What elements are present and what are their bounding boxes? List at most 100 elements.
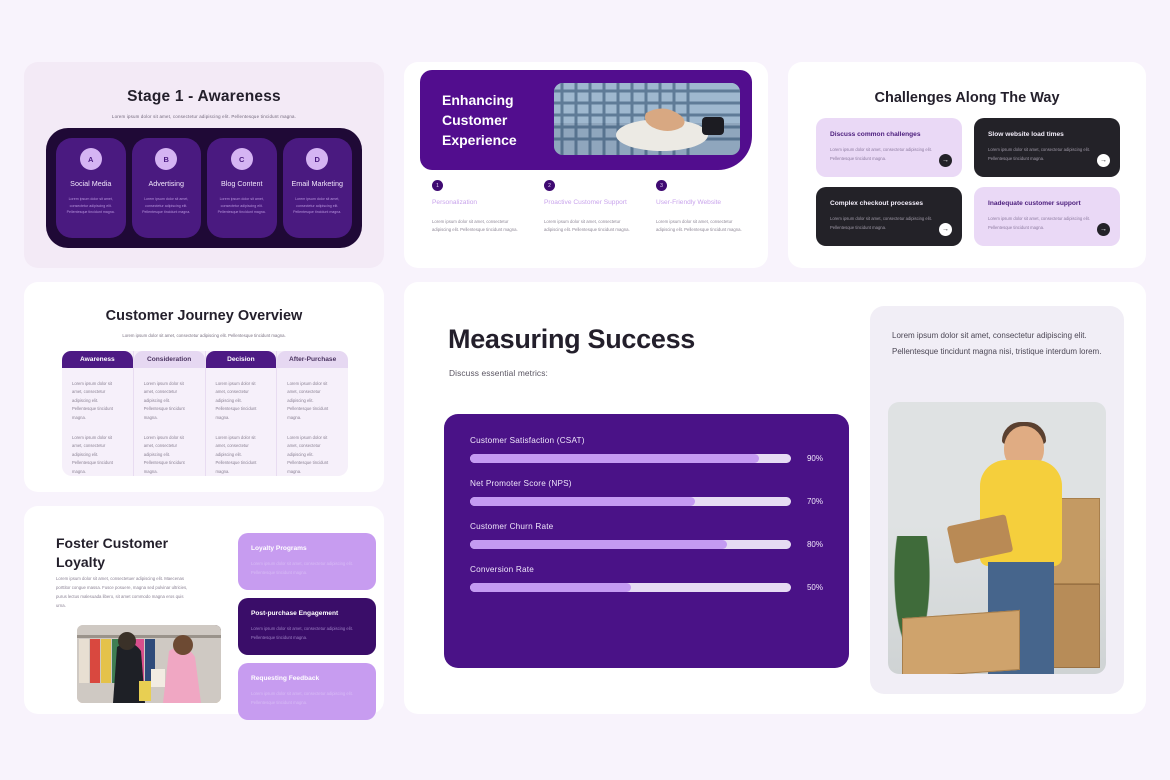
metric-label: Conversion Rate — [470, 565, 534, 574]
foster-title: Foster Customer Loyalty — [56, 535, 169, 570]
journey-cell: Lorem ipsum dolor sit amet, consectetur … — [72, 434, 113, 474]
stage1-tile[interactable]: A Social Media Lorem ipsum dolor sit ame… — [56, 138, 126, 238]
journey-column-header: Awareness — [62, 351, 133, 368]
card-enhancing-customer-experience[interactable]: Enhancing Customer Experience 1 Personal… — [404, 62, 768, 268]
metric-row[interactable]: Net Promoter Score (NPS) 70% — [470, 479, 823, 506]
arrow-right-icon[interactable]: → — [939, 223, 952, 237]
challenge-tile[interactable]: Inadequate customer support Lorem ipsum … — [974, 187, 1120, 247]
journey-column[interactable]: After-Purchase Lorem ipsum dolor sit ame… — [276, 351, 348, 476]
metric-row[interactable]: Customer Churn Rate 80% — [470, 522, 823, 549]
number-badge-icon: 2 — [544, 180, 555, 191]
stage1-tile[interactable]: B Advertising Lorem ipsum dolor sit amet… — [131, 138, 201, 238]
stage1-subtitle: Lorem ipsum dolor sit amet, consectetur … — [111, 114, 297, 119]
metric-value: 70% — [806, 497, 823, 506]
challenge-title: Discuss common challenges — [830, 131, 921, 138]
metric-row[interactable]: Conversion Rate 50% — [470, 565, 823, 592]
metric-progress-fill — [470, 583, 631, 592]
foster-item-list: Loyalty Programs Lorem ipsum dolor sit a… — [238, 533, 376, 728]
stage1-tile[interactable]: C Blog Content Lorem ipsum dolor sit ame… — [207, 138, 277, 238]
foster-item-body: Lorem ipsum dolor sit amet, consectetur … — [251, 561, 353, 575]
metric-value: 50% — [806, 583, 823, 592]
metric-value: 90% — [806, 454, 823, 463]
challenge-body: Lorem ipsum dolor sit amet, consectetur … — [830, 147, 932, 161]
challenge-body: Lorem ipsum dolor sit amet, consectetur … — [988, 147, 1090, 161]
metric-row[interactable]: Customer Satisfaction (CSAT) 90% — [470, 436, 823, 463]
enhance-hero-banner: Enhancing Customer Experience — [420, 70, 752, 170]
card-measuring-success[interactable]: Measuring Success Discuss essential metr… — [404, 282, 1146, 714]
enhance-column-heading: User-Friendly Website — [656, 199, 722, 206]
enhance-column-body: Lorem ipsum dolor sit amet, consectetur … — [656, 218, 742, 233]
stage1-badge-d: D — [306, 148, 329, 170]
challenge-body: Lorem ipsum dolor sit amet, consectetur … — [830, 216, 932, 230]
enhance-column[interactable]: 3 User-Friendly Website Lorem ipsum dolo… — [656, 180, 746, 235]
metric-progress-track — [470, 540, 791, 549]
stage1-badge-b: B — [155, 148, 178, 170]
enhance-column-heading: Personalization — [432, 199, 478, 206]
foster-item-body: Lorem ipsum dolor sit amet, consectetur … — [251, 626, 353, 640]
enhance-column[interactable]: 1 Personalization Lorem ipsum dolor sit … — [432, 180, 522, 235]
stage1-tile-name: Email Marketing — [291, 179, 344, 188]
metric-progress-track — [470, 454, 791, 463]
challenge-tile[interactable]: Discuss common challenges Lorem ipsum do… — [816, 118, 962, 178]
journey-subtitle: Lorem ipsum dolor sit amet, consectetur … — [122, 333, 286, 338]
foster-item[interactable]: Requesting Feedback Lorem ipsum dolor si… — [238, 663, 376, 721]
journey-column-header: Consideration — [133, 351, 205, 368]
enhance-column[interactable]: 2 Proactive Customer Support Lorem ipsum… — [544, 180, 634, 235]
journey-title: Customer Journey Overview — [105, 308, 303, 324]
metric-progress-track — [470, 497, 791, 506]
challenges-grid: Discuss common challenges Lorem ipsum do… — [816, 118, 1120, 247]
foster-item-title: Requesting Feedback — [251, 675, 320, 683]
foster-body: Lorem ipsum dolor sit amet, consectetuer… — [56, 576, 188, 609]
foster-item-body: Lorem ipsum dolor sit amet, consectetur … — [251, 691, 353, 705]
metric-label: Net Promoter Score (NPS) — [470, 479, 572, 488]
shopping-photo-illustration — [77, 625, 221, 703]
metric-value: 80% — [806, 540, 823, 549]
stage1-tile-strip: A Social Media Lorem ipsum dolor sit ame… — [46, 128, 362, 248]
card-foster-customer-loyalty[interactable]: Foster Customer Loyalty Lorem ipsum dolo… — [24, 506, 384, 721]
stage1-tile-body: Lorem ipsum dolor sit amet, consectetur … — [142, 197, 191, 215]
stage1-tile-body: Lorem ipsum dolor sit amet, consectetur … — [293, 197, 342, 215]
warehouse-worker-photo — [888, 402, 1106, 674]
challenge-title: Complex checkout processes — [830, 200, 924, 208]
challenges-title: Challenges Along The Way — [874, 90, 1060, 106]
shopping-photo — [77, 625, 221, 703]
arrow-right-icon[interactable]: → — [1097, 154, 1110, 168]
journey-column[interactable]: Awareness Lorem ipsum dolor sit amet, co… — [62, 351, 133, 476]
foster-item-title: Post-purchase Engagement — [251, 610, 339, 618]
stage1-badge-c: C — [230, 148, 253, 170]
foster-item-title: Loyalty Programs — [251, 545, 307, 552]
metric-label: Customer Satisfaction (CSAT) — [470, 436, 585, 445]
card-customer-journey-overview[interactable]: Customer Journey Overview Lorem ipsum do… — [24, 282, 384, 492]
card-challenges-along-the-way[interactable]: Challenges Along The Way Discuss common … — [788, 62, 1146, 268]
journey-column[interactable]: Decision Lorem ipsum dolor sit amet, con… — [204, 351, 277, 476]
foster-item[interactable]: Loyalty Programs Lorem ipsum dolor sit a… — [238, 533, 376, 591]
journey-column[interactable]: Consideration Lorem ipsum dolor sit amet… — [132, 351, 205, 476]
challenge-tile[interactable]: Slow website load times Lorem ipsum dolo… — [974, 118, 1120, 178]
card-stage-1-awareness[interactable]: Stage 1 - Awareness Lorem ipsum dolor si… — [24, 62, 384, 268]
journey-column-header: After-Purchase — [277, 351, 348, 368]
stage1-title: Stage 1 - Awareness — [127, 88, 281, 105]
stage1-tile[interactable]: D Email Marketing Lorem ipsum dolor sit … — [282, 138, 352, 238]
number-badge-icon: 1 — [432, 180, 443, 191]
challenge-title: Slow website load times — [988, 131, 1064, 138]
journey-cell: Lorem ipsum dolor sit amet, consectetur … — [143, 380, 185, 420]
arrow-right-icon[interactable]: → — [939, 154, 952, 168]
enhance-column-body: Lorem ipsum dolor sit amet, consectetur … — [544, 218, 630, 233]
number-badge-icon: 3 — [656, 180, 667, 191]
challenge-tile[interactable]: Complex checkout processes Lorem ipsum d… — [816, 187, 962, 247]
journey-cell: Lorem ipsum dolor sit amet, consectetur … — [287, 434, 329, 474]
stage1-tile-body: Lorem ipsum dolor sit amet, consectetur … — [66, 197, 115, 215]
enhance-column-body: Lorem ipsum dolor sit amet, consectetur … — [432, 218, 518, 233]
challenge-title: Inadequate customer support — [988, 200, 1081, 208]
tablet-photo-illustration — [554, 83, 740, 155]
metrics-chart: Customer Satisfaction (CSAT) 90% Net Pro… — [444, 414, 849, 668]
measuring-success-title: Measuring Success — [448, 324, 696, 354]
stage1-tile-name: Blog Content — [220, 179, 263, 188]
journey-cell: Lorem ipsum dolor sit amet, consectetur … — [215, 380, 257, 420]
slide-deck-canvas: Stage 1 - Awareness Lorem ipsum dolor si… — [0, 0, 1170, 780]
side-panel-text: Lorem ipsum dolor sit amet, consectetur … — [892, 331, 1102, 356]
metric-progress-fill — [470, 454, 759, 463]
foster-item[interactable]: Post-purchase Engagement Lorem ipsum dol… — [238, 598, 376, 656]
arrow-right-icon[interactable]: → — [1097, 223, 1110, 237]
journey-cell: Lorem ipsum dolor sit amet, consectetur … — [143, 434, 185, 474]
